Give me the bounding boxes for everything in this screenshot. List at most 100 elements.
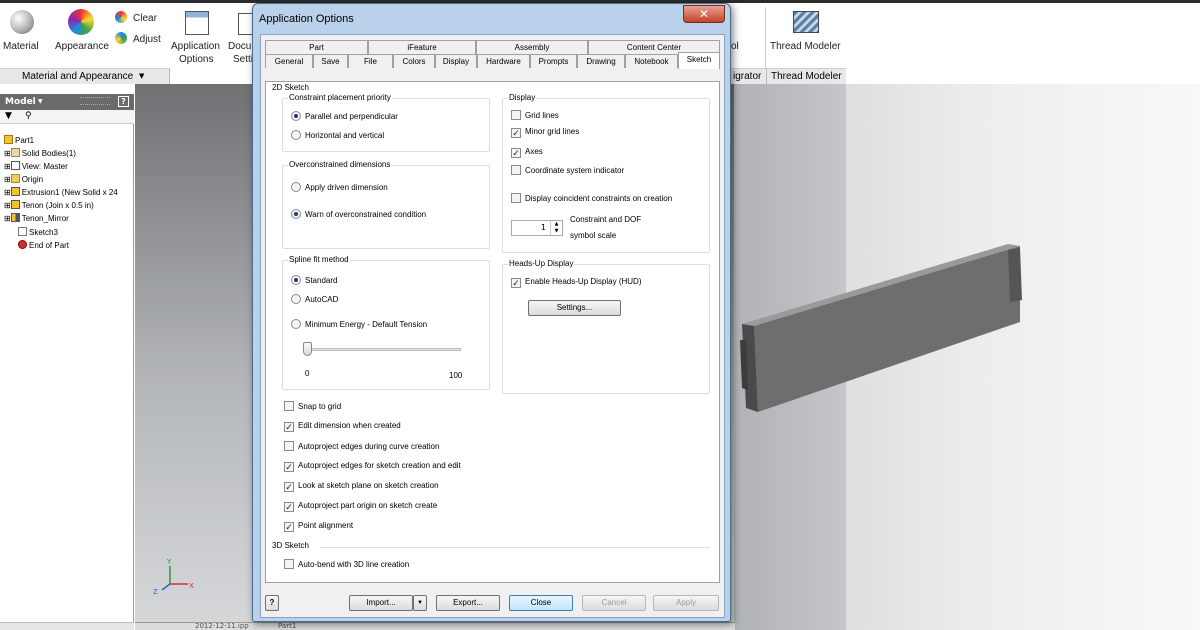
option-label: Axes [525,147,543,156]
thread-modeler-icon [793,11,819,33]
expand-icon[interactable]: ⊞ [4,149,11,158]
model-browser[interactable]: Model ▼ ? ▼ ⚲ Part1 ⊞ Solid Bodies(1) ⊞ Vi… [0,94,134,630]
tab-file[interactable]: File [348,54,393,68]
radio-parallel-perpendicular[interactable]: Parallel and perpendicular [291,111,398,121]
tab-part[interactable]: Part [265,40,368,54]
tab-assembly[interactable]: Assembly [476,40,588,54]
tab-ifeature[interactable]: iFeature [368,40,476,54]
checkbox-axes[interactable]: ✓ Axes [511,147,543,158]
tree-item-end-of-part[interactable]: End of Part [18,240,69,250]
radio-minimum-energy[interactable]: Minimum Energy - Default Tension [291,319,427,329]
radio-autocad[interactable]: AutoCAD [291,294,338,304]
browser-grip[interactable] [80,97,110,105]
browser-scrollbar[interactable] [0,622,134,630]
dof-scale-spinner[interactable]: 1 ▲ ▼ [511,220,563,236]
doc-settings-button[interactable]: Docu [228,41,251,52]
expand-icon[interactable]: ⊞ [4,162,11,171]
checkbox-coincident-constraints[interactable]: Display coincident constraints on creati… [511,193,672,203]
tension-slider-thumb[interactable] [303,342,312,356]
tab-drawing[interactable]: Drawing [577,54,625,68]
panel-bar-material-appearance[interactable]: Material and Appearance ▼ [0,68,170,84]
checkbox-unchecked-icon [284,401,294,411]
tree-item-tenon[interactable]: ⊞ Tenon (Join x 0.5 in) [4,200,94,210]
checkbox-enable-hud[interactable]: ✓ Enable Heads-Up Display (HUD) [511,277,641,288]
checkbox-minor-grid-lines[interactable]: ✓ Minor grid lines [511,127,579,138]
browser-dropdown-icon[interactable]: ▼ [38,98,43,105]
panel-bar-igrator[interactable]: igrator [731,68,766,84]
checkbox-look-at-sketch-plane[interactable]: ✓ Look at sketch plane on sketch creation [284,481,439,492]
filter-icon[interactable]: ▼ [5,111,12,121]
spinner-down-icon[interactable]: ▼ [550,228,562,235]
apply-button[interactable]: Apply [653,595,719,611]
tab-general[interactable]: General [265,54,313,68]
spinner-up-icon[interactable]: ▲ [550,221,562,228]
dof-scale-value[interactable]: 1 [541,223,546,232]
clear-button[interactable]: Clear [133,13,157,24]
part-model[interactable] [738,230,1028,415]
panel-bar-thread-modeler[interactable]: Thread Modeler [766,68,846,84]
tab-save[interactable]: Save [313,54,348,68]
checkbox-checked-icon: ✓ [284,522,294,532]
app-options-button[interactable]: Application [171,41,220,52]
checkbox-coordinate-indicator[interactable]: Coordinate system indicator [511,165,624,175]
expand-icon[interactable]: ⊞ [4,214,11,223]
tab-prompts[interactable]: Prompts [530,54,577,68]
find-icon[interactable]: ⚲ [25,111,32,121]
radio-horizontal-vertical[interactable]: Horizontal and vertical [291,130,384,140]
expand-icon[interactable]: ⊞ [4,175,11,184]
tree-item-part1[interactable]: Part1 [4,135,34,145]
cancel-button[interactable]: Cancel [582,595,646,611]
checkbox-edit-dimension[interactable]: ✓ Edit dimension when created [284,421,401,432]
browser-title[interactable]: Model [5,97,36,107]
tab-hardware[interactable]: Hardware [477,54,530,68]
tree-item-tenon-mirror[interactable]: ⊞ Tenon_Mirror [4,213,69,223]
tree-item-origin[interactable]: ⊞ Origin [4,174,43,184]
option-label: Coordinate system indicator [525,166,625,175]
checkbox-checked-icon: ✓ [284,422,294,432]
checkbox-autoproject-curve[interactable]: Autoproject edges during curve creation [284,441,439,451]
tab-colors[interactable]: Colors [393,54,435,68]
panel-dropdown-icon[interactable]: ▼ [139,72,144,80]
browser-help-icon[interactable]: ? [118,96,129,107]
checkbox-snap-to-grid[interactable]: Snap to grid [284,401,341,411]
import-dropdown-button[interactable]: ▼ [413,595,427,611]
tab-display[interactable]: Display [435,54,477,68]
radio-warn-overconstrained[interactable]: Warn of overconstrained condition [291,209,426,219]
adjust-button[interactable]: Adjust [133,34,161,45]
radio-apply-driven[interactable]: Apply driven dimension [291,182,388,192]
expand-icon[interactable]: ⊞ [4,188,11,197]
export-button[interactable]: Export... [436,595,500,611]
import-button[interactable]: Import... [349,595,413,611]
thread-modeler-button[interactable]: Thread Modeler [770,41,841,52]
option-label: Grid lines [525,111,559,120]
material-button[interactable]: Material [3,41,39,52]
checkbox-auto-bend[interactable]: Auto-bend with 3D line creation [284,559,409,569]
tree-item-view[interactable]: ⊞ View: Master [4,161,68,171]
dialog-help-button[interactable]: ? [265,595,279,611]
option-label: Auto-bend with 3D line creation [298,560,410,569]
radio-on-icon [291,209,301,219]
option-label: Edit dimension when created [298,421,401,430]
radio-standard[interactable]: Standard [291,275,337,285]
hud-settings-button[interactable]: Settings... [528,300,621,316]
tree-item-solid-bodies[interactable]: ⊞ Solid Bodies(1) [4,148,76,158]
radio-off-icon [291,182,301,192]
tool-button-partial[interactable]: ol [731,41,739,52]
tree-item-sketch3[interactable]: Sketch3 [18,227,58,237]
dialog-close-button[interactable]: ✕ [683,5,725,23]
tab-notebook[interactable]: Notebook [625,54,678,68]
tab-sketch[interactable]: Sketch [678,52,720,69]
doc-tab-date[interactable]: 2012-12-11.ipp [195,622,249,630]
close-button[interactable]: Close [509,595,573,611]
doc-tab-part1[interactable]: Part1 [278,622,296,630]
appearance-button[interactable]: Appearance [55,41,109,52]
checkbox-autoproject-sketch[interactable]: ✓ Autoproject edges for sketch creation a… [284,461,461,472]
radio-off-icon [291,319,301,329]
checkbox-autoproject-origin[interactable]: ✓ Autoproject part origin on sketch creat… [284,501,437,512]
expand-icon[interactable]: ⊞ [4,201,11,210]
browser-header[interactable]: Model ▼ ? [0,94,134,110]
checkbox-point-alignment[interactable]: ✓ Point alignment [284,521,353,532]
tension-slider-track[interactable] [307,348,461,351]
checkbox-grid-lines[interactable]: Grid lines [511,110,559,120]
tree-item-extrusion1[interactable]: ⊞ Extrusion1 (New Solid x 24 [4,187,118,197]
